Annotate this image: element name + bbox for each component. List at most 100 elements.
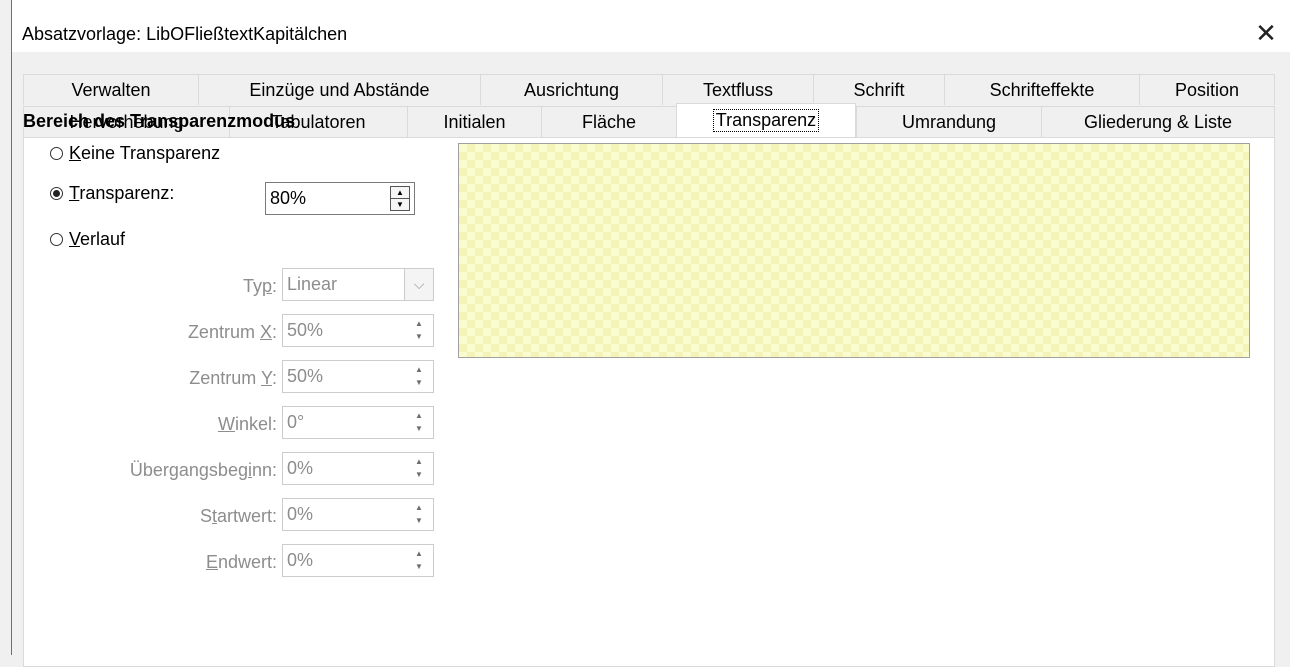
tab-initialen[interactable]: Initialen xyxy=(407,106,541,137)
label-part: Ty xyxy=(242,276,262,296)
label-part: nn: xyxy=(251,460,277,480)
start-value-spinbox[interactable]: 0% ▲ ▼ xyxy=(282,498,434,531)
caret-up-icon[interactable]: ▲ xyxy=(391,187,409,198)
radio-verlauf[interactable]: Verlauf xyxy=(50,229,125,250)
tab-label: Initialen xyxy=(443,111,506,132)
tab-schrifteffekte[interactable]: Schrifteffekte xyxy=(944,74,1139,105)
tab-label: Transparenz xyxy=(712,109,820,132)
chevron-down-icon[interactable]: ⌵ xyxy=(404,269,433,300)
label-part: Übergangsbeg xyxy=(129,460,248,480)
spinbox-value[interactable]: 80% xyxy=(266,188,390,209)
label-typ: Typ: xyxy=(22,276,277,297)
transparency-preview xyxy=(458,143,1250,358)
spinbox-value[interactable]: 0% xyxy=(283,504,409,525)
caret-down-icon[interactable]: ▼ xyxy=(409,331,429,344)
label-part: : xyxy=(271,322,277,342)
tab-umrandung[interactable]: Umrandung xyxy=(856,106,1041,137)
radio-label: Transparenz: xyxy=(69,183,174,204)
caret-down-icon[interactable]: ▼ xyxy=(409,469,429,482)
radio-label: Keine Transparenz xyxy=(69,143,220,164)
label-rest: ransparenz: xyxy=(79,183,175,203)
label-part: S xyxy=(199,506,212,526)
tab-row-1: Verwalten Einzüge und Abstände Ausrichtu… xyxy=(23,74,1275,105)
caret-down-icon[interactable]: ▼ xyxy=(409,423,429,436)
caret-up-icon[interactable]: ▲ xyxy=(409,318,429,331)
tab-verwalten[interactable]: Verwalten xyxy=(23,74,198,105)
transparency-spinbox[interactable]: 80% ▲ ▼ xyxy=(265,182,415,215)
spinbox-value[interactable]: 50% xyxy=(283,320,409,341)
label-part: Zentrum xyxy=(187,322,260,342)
caret-up-icon[interactable]: ▲ xyxy=(409,364,429,377)
mnemonic: W xyxy=(217,414,235,434)
tab-einzuege-abstaende[interactable]: Einzüge und Abstände xyxy=(198,74,480,105)
mnemonic: K xyxy=(69,143,82,163)
spinbox-value[interactable]: 50% xyxy=(283,366,409,387)
tab-label: Gliederung & Liste xyxy=(1083,111,1233,132)
mnemonic: p xyxy=(261,276,272,296)
tab-label: Textfluss xyxy=(702,79,774,100)
radio-keine-transparenz[interactable]: Keine Transparenz xyxy=(50,143,220,164)
caret-up-icon[interactable]: ▲ xyxy=(409,502,429,515)
tab-label: Fläche xyxy=(581,111,637,132)
label-winkel: Winkel: xyxy=(22,414,277,435)
tab-label: Schrift xyxy=(853,79,905,100)
caret-down-icon[interactable]: ▼ xyxy=(409,515,429,528)
label-zentrum-x: Zentrum X: xyxy=(22,322,277,343)
mnemonic: T xyxy=(69,183,80,203)
dialog-title: Absatzvorlage: LibOFließtextKapitälchen xyxy=(22,24,348,44)
dropdown-value: Linear xyxy=(287,274,338,294)
label-rest: erlauf xyxy=(80,229,126,249)
label-part: : xyxy=(271,276,277,296)
spinbox-value[interactable]: 0° xyxy=(283,412,409,433)
tab-label: Ausrichtung xyxy=(523,79,620,100)
label-part: : xyxy=(271,368,277,388)
mnemonic: V xyxy=(69,229,81,249)
mnemonic: E xyxy=(205,552,218,572)
label-zentrum-y: Zentrum Y: xyxy=(22,368,277,389)
spinbox-value[interactable]: 0% xyxy=(283,458,409,479)
close-button[interactable]: ✕ xyxy=(1242,13,1290,53)
gradient-type-dropdown[interactable]: Linear ⌵ xyxy=(282,268,434,301)
center-x-spinbox[interactable]: 50% ▲ ▼ xyxy=(282,314,434,347)
angle-spinbox[interactable]: 0° ▲ ▼ xyxy=(282,406,434,439)
close-icon: ✕ xyxy=(1255,17,1277,48)
tab-flaeche[interactable]: Fläche xyxy=(541,106,676,137)
label-uebergangsbeginn: Übergangsbeginn: xyxy=(22,460,277,481)
spin-arrows: ▲ ▼ xyxy=(390,186,410,211)
caret-down-icon[interactable]: ▼ xyxy=(391,198,409,210)
spin-arrows: ▲ ▼ xyxy=(409,502,429,527)
tab-textfluss[interactable]: Textfluss xyxy=(662,74,813,105)
label-part: Zentrum xyxy=(189,368,261,388)
dialog-window: Absatzvorlage: LibOFließtextKapitälchen … xyxy=(11,0,1290,667)
tab-ausrichtung[interactable]: Ausrichtung xyxy=(480,74,662,105)
label-part: inkel: xyxy=(234,414,277,434)
title-bar: Absatzvorlage: LibOFließtextKapitälchen … xyxy=(12,0,1290,52)
caret-down-icon[interactable]: ▼ xyxy=(409,561,429,574)
radio-label: Verlauf xyxy=(69,229,125,250)
tab-transparenz[interactable]: Transparenz xyxy=(676,103,856,137)
tab-label: Position xyxy=(1174,79,1240,100)
tab-position[interactable]: Position xyxy=(1139,74,1275,105)
radio-indicator xyxy=(50,233,63,246)
radio-transparenz[interactable]: Transparenz: xyxy=(50,183,174,204)
caret-up-icon[interactable]: ▲ xyxy=(409,456,429,469)
caret-down-icon[interactable]: ▼ xyxy=(409,377,429,390)
mnemonic: Y xyxy=(260,368,272,388)
tab-schrift[interactable]: Schrift xyxy=(813,74,944,105)
spin-arrows: ▲ ▼ xyxy=(409,364,429,389)
tab-label: Einzüge und Abstände xyxy=(249,79,430,100)
label-rest: eine Transparenz xyxy=(81,143,221,163)
tab-label: Umrandung xyxy=(901,111,997,132)
spin-arrows: ▲ ▼ xyxy=(409,456,429,481)
border-spinbox[interactable]: 0% ▲ ▼ xyxy=(282,452,434,485)
caret-up-icon[interactable]: ▲ xyxy=(409,410,429,423)
center-y-spinbox[interactable]: 50% ▲ ▼ xyxy=(282,360,434,393)
tab-label: Schrifteffekte xyxy=(989,79,1095,100)
end-value-spinbox[interactable]: 0% ▲ ▼ xyxy=(282,544,434,577)
background-window-edge xyxy=(0,0,11,655)
caret-up-icon[interactable]: ▲ xyxy=(409,548,429,561)
tab-gliederung-liste[interactable]: Gliederung & Liste xyxy=(1041,106,1275,137)
label-endwert: Endwert: xyxy=(22,552,277,573)
tab-label: Verwalten xyxy=(71,79,151,100)
spinbox-value[interactable]: 0% xyxy=(283,550,409,571)
